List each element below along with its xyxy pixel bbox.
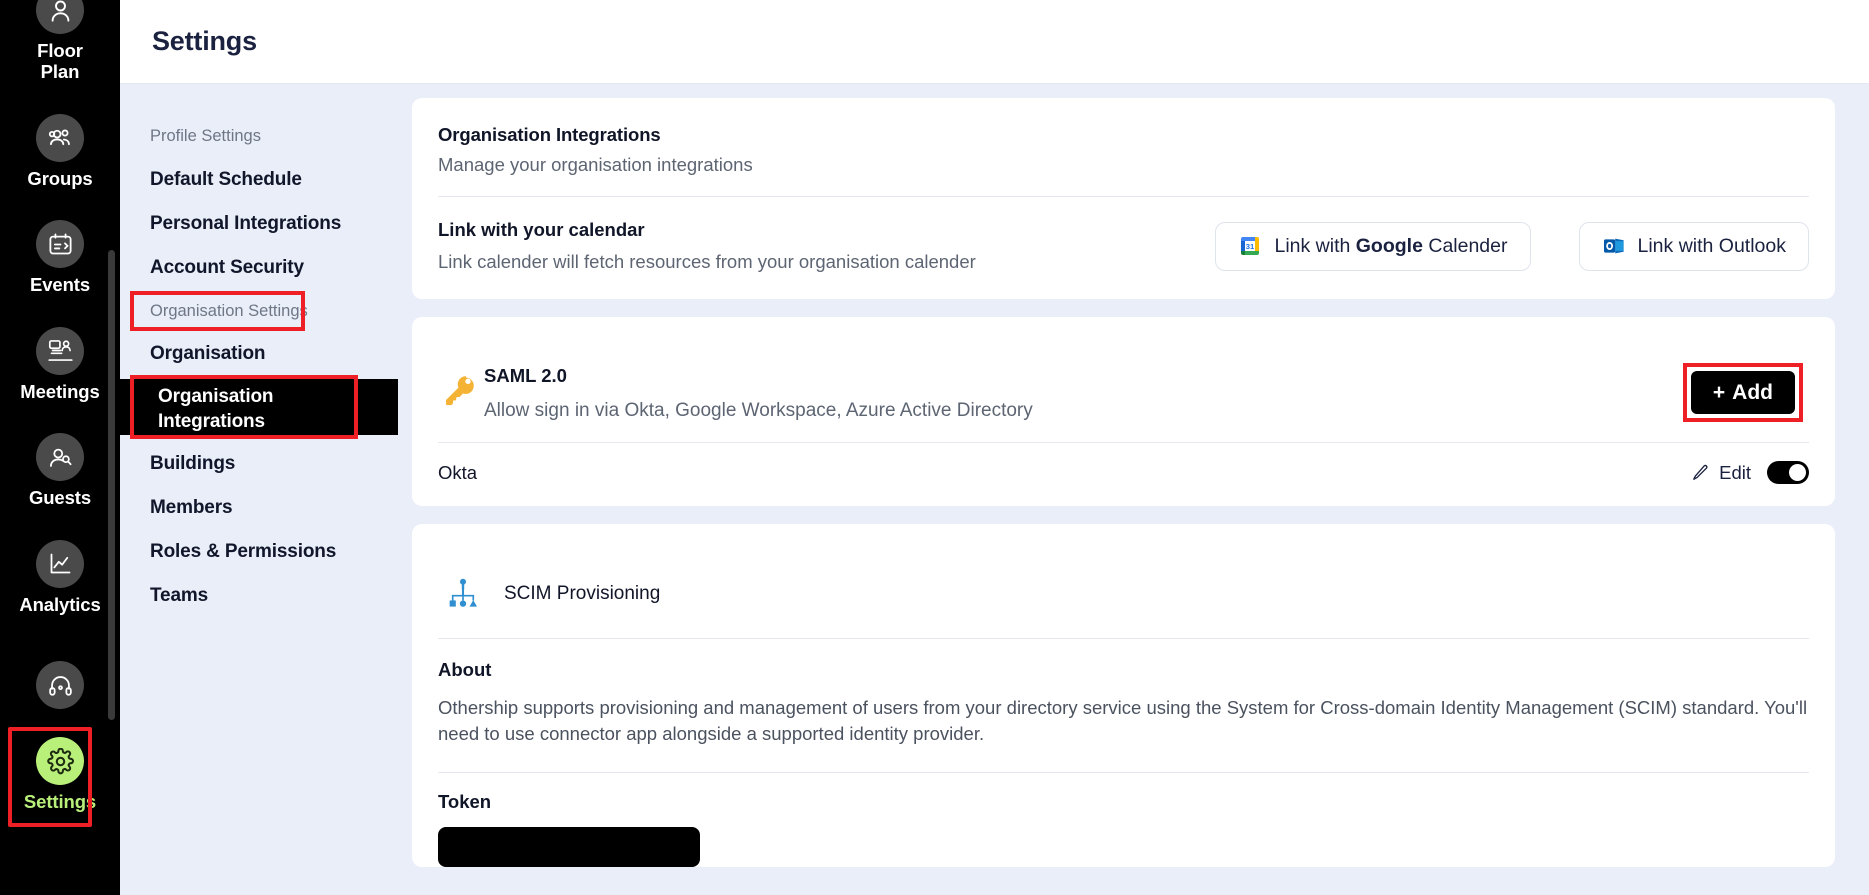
subnav-item-teams[interactable]: Teams <box>120 579 398 613</box>
sidebar-label-events: Events <box>29 274 91 296</box>
saml-provider-toggle[interactable] <box>1767 461 1809 484</box>
sidebar-label-meetings: Meetings <box>20 380 100 402</box>
calendar-link-text: Link with your calendar Link calender wi… <box>438 219 976 273</box>
subnav-group-profile-settings: Profile Settings <box>150 127 261 145</box>
pencil-icon <box>1691 463 1710 482</box>
organisation-integrations-card: Organisation Integrations Manage your or… <box>412 98 1835 299</box>
main-panel: Organisation Integrations Manage your or… <box>398 84 1869 895</box>
primary-sidebar: Floor Plan Groups Events Meetings Guests… <box>0 0 120 895</box>
calendar-link-description: Link calender will fetch resources from … <box>438 251 976 272</box>
token-input[interactable] <box>438 826 700 867</box>
sidebar-label-analytics: Analytics <box>19 593 101 615</box>
add-saml-provider-button[interactable]: + Add <box>1690 371 1795 414</box>
sidebar-settings-wrapper: Settings <box>0 727 120 828</box>
add-button-wrapper: + Add <box>1682 363 1803 422</box>
edit-label: Edit <box>1719 461 1751 483</box>
sidebar-item-support[interactable] <box>0 661 120 715</box>
edit-saml-provider-button[interactable]: Edit <box>1691 462 1751 484</box>
saml-provider-actions: Edit <box>1691 461 1809 484</box>
user-icon <box>36 0 84 34</box>
subnav-item-default-schedule[interactable]: Default Schedule <box>120 163 398 197</box>
chart-line-icon <box>36 539 84 588</box>
subnav-group-org-settings-wrapper: Organisation Settings <box>120 291 398 331</box>
sidebar-item-floor-plan[interactable]: Floor Plan <box>0 0 120 83</box>
subnav-item-account-security[interactable]: Account Security <box>120 251 398 285</box>
content-area: Settings Profile Settings Default Schedu… <box>120 0 1869 895</box>
saml-row: SAML 2.0 Allow sign in via Okta, Google … <box>438 343 1809 422</box>
key-icon <box>438 365 482 407</box>
saml-provider-row-okta: Okta Edit <box>438 442 1809 506</box>
saml-card: SAML 2.0 Allow sign in via Okta, Google … <box>412 317 1835 506</box>
subnav-group-organisation-settings: Organisation Settings <box>150 302 308 320</box>
sidebar-scrollbar[interactable] <box>108 250 115 720</box>
card-subtitle-organisation-integrations: Manage your organisation integrations <box>438 154 753 175</box>
org-chart-icon <box>438 576 488 612</box>
subnav-item-organisation-integrations[interactable]: Organisation Integrations <box>120 379 398 435</box>
saml-title: SAML 2.0 <box>484 365 567 386</box>
sidebar-item-events[interactable]: Events <box>0 220 120 295</box>
subnav-item-roles-permissions[interactable]: Roles & Permissions <box>120 535 398 569</box>
headset-support-icon <box>36 661 84 710</box>
google-btn-brand: Google <box>1355 234 1423 257</box>
token-heading: Token <box>438 790 492 812</box>
saml-description: Allow sign in via Okta, Google Workspace… <box>484 400 1033 421</box>
settings-subnav: Profile Settings Default Schedule Person… <box>120 84 398 895</box>
saml-provider-name: Okta <box>438 461 478 483</box>
subnav-item-members[interactable]: Members <box>120 491 398 525</box>
calendar-events-icon <box>36 220 84 269</box>
subnav-item-personal-integrations[interactable]: Personal Integrations <box>120 207 398 241</box>
saml-text: SAML 2.0 Allow sign in via Okta, Google … <box>482 365 1691 422</box>
scim-card: SCIM Provisioning About Othership suppor… <box>412 524 1835 867</box>
add-button-label: Add <box>1732 380 1773 404</box>
meetings-icon <box>36 326 84 375</box>
app-root: Floor Plan Groups Events Meetings Guests… <box>0 0 1869 895</box>
subnav-item-org-integrations-line2: Integrations <box>158 410 265 432</box>
toggle-knob <box>1789 464 1806 481</box>
svg-text:31: 31 <box>1246 242 1255 251</box>
calendar-link-heading: Link with your calendar <box>438 219 645 240</box>
google-btn-prefix: Link with <box>1274 234 1356 257</box>
topbar: Settings <box>120 0 1869 84</box>
subnav-item-org-integrations-line1: Organisation <box>158 385 274 407</box>
link-outlook-button[interactable]: Link with Outlook <box>1578 221 1809 271</box>
groups-icon <box>36 113 84 162</box>
google-btn-suffix: Calender <box>1422 234 1508 257</box>
sidebar-item-guests[interactable]: Guests <box>0 433 120 508</box>
calendar-link-row: Link with your calendar Link calender wi… <box>438 197 1809 299</box>
guest-user-icon <box>36 433 84 482</box>
about-text: Othership supports provisioning and mana… <box>438 697 1808 745</box>
sidebar-item-meetings[interactable]: Meetings <box>0 326 120 402</box>
card-title-organisation-integrations: Organisation Integrations <box>438 124 661 145</box>
subnav-item-buildings[interactable]: Buildings <box>120 447 398 481</box>
link-outlook-label: Link with Outlook <box>1637 234 1787 257</box>
about-heading: About <box>438 659 492 680</box>
scim-title: SCIM Provisioning <box>504 583 661 604</box>
outlook-icon <box>1602 234 1626 258</box>
sidebar-item-groups[interactable]: Groups <box>0 113 120 189</box>
scim-row: SCIM Provisioning <box>438 550 1809 638</box>
google-calendar-icon: 31 <box>1238 234 1262 258</box>
sidebar-label-settings: Settings <box>23 791 97 813</box>
sidebar-label-floor-plan-line1: Floor <box>37 40 83 61</box>
link-google-calendar-label: Link with Google Calender <box>1274 235 1507 258</box>
sidebar-label-guests: Guests <box>28 487 92 509</box>
page-title: Settings <box>152 26 257 56</box>
sidebar-label-floor-plan-line2: Plan <box>40 61 80 83</box>
body-row: Profile Settings Default Schedule Person… <box>120 84 1869 895</box>
calendar-buttons: 31 Link with Google Calender Link with O… <box>1215 221 1809 271</box>
gear-icon <box>36 737 84 786</box>
subnav-item-organisation-integrations-wrapper: Organisation Integrations <box>120 375 398 439</box>
plus-icon: + <box>1712 380 1726 404</box>
sidebar-item-settings[interactable]: Settings <box>0 737 120 812</box>
sidebar-item-analytics[interactable]: Analytics <box>0 539 120 615</box>
subnav-item-organisation[interactable]: Organisation <box>120 337 398 371</box>
link-google-calendar-button[interactable]: 31 Link with Google Calender <box>1215 221 1531 271</box>
sidebar-label-groups: Groups <box>27 167 93 189</box>
